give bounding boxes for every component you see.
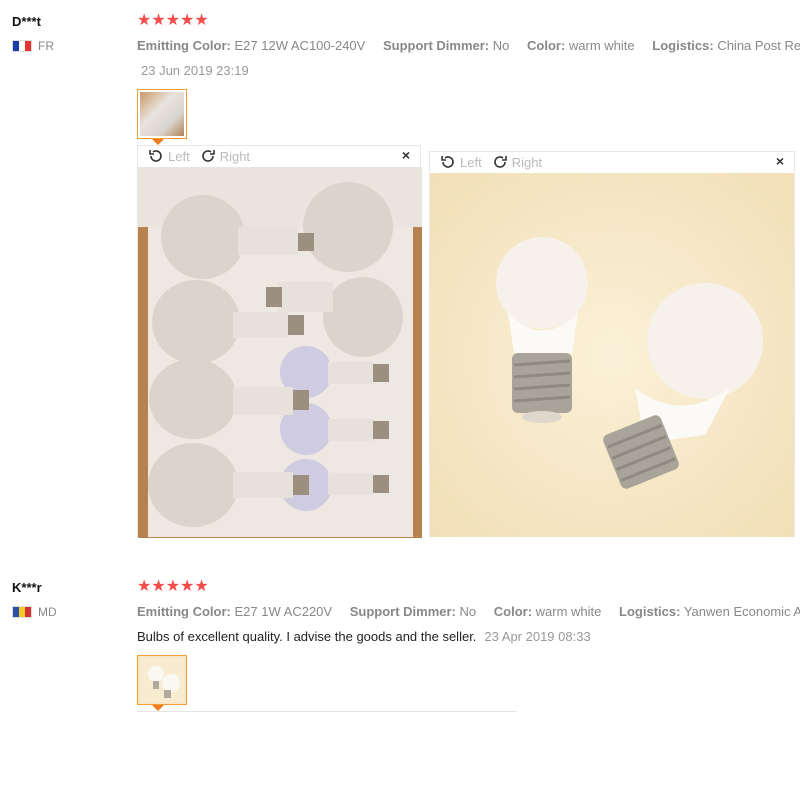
country-code: MD (38, 605, 57, 619)
reviewer-country: FR (12, 39, 54, 53)
attr-key: Emitting Color: (137, 38, 231, 53)
review-body: Bulbs of excellent quality. I advise the… (137, 629, 591, 644)
review-attributes: Emitting Color: E27 1W AC220V Support Di… (137, 604, 800, 619)
review-date: 23 Apr 2019 08:33 (484, 629, 591, 644)
bulb-pair-image (430, 173, 794, 537)
viewer-toolbar: Left Right × (430, 152, 794, 172)
rotate-right-icon (493, 156, 507, 168)
rotate-left-button[interactable]: Left (440, 154, 482, 170)
reviewer-name: D***t (12, 14, 41, 29)
attr-value: warm white (568, 38, 635, 53)
bulb-box-photo (140, 92, 184, 136)
review-photo-thumbnail[interactable] (137, 655, 187, 705)
photo-viewer: Left Right × (429, 151, 795, 537)
attr-value: warm white (535, 604, 602, 619)
reviewer-name: K***r (12, 580, 42, 595)
rotate-left-icon (441, 156, 454, 168)
rotate-right-button[interactable]: Right (492, 154, 542, 170)
attr-value: Yanwen Economic Air (683, 604, 800, 619)
rotate-left-label: Left (168, 148, 190, 164)
photo-viewer: Left Right × (137, 145, 422, 538)
rotate-right-label: Right (511, 154, 543, 170)
rotate-left-button[interactable]: Left (148, 148, 190, 164)
bulb-pair-thumb-image (140, 658, 184, 702)
review-divider (137, 711, 517, 712)
review-attributes: Emitting Color: E27 12W AC100-240V Suppo… (137, 38, 800, 53)
attr-key: Emitting Color: (137, 604, 231, 619)
attr-value: No (492, 38, 510, 53)
attr-key: Logistics: (652, 38, 714, 53)
attr-value: No (459, 604, 477, 619)
attr-key: Support Dimmer: (382, 38, 490, 53)
review-date: 23 Jun 2019 23:19 (141, 63, 249, 78)
rotate-left-label: Left (460, 154, 482, 170)
attr-value: E27 12W AC100-240V (234, 38, 366, 53)
flag-fr-icon (12, 40, 32, 52)
attr-key: Logistics: (619, 604, 681, 619)
review-text: Bulbs of excellent quality. I advise the… (137, 629, 477, 644)
country-code: FR (38, 39, 54, 53)
attr-value: E27 1W AC220V (234, 604, 333, 619)
rating-stars: ★★★★★ (137, 13, 209, 29)
attr-key: Color: (527, 38, 566, 53)
rotate-right-icon (201, 150, 215, 162)
review-photo-thumbnail[interactable] (137, 89, 187, 139)
rotate-right-button[interactable]: Right (200, 148, 250, 164)
close-icon[interactable]: × (776, 153, 784, 169)
rating-stars: ★★★★★ (137, 579, 209, 595)
bulb-box-image (138, 167, 422, 538)
attr-key: Color: (493, 604, 533, 619)
close-icon[interactable]: × (402, 147, 410, 163)
attr-value: China Post Regis (717, 38, 800, 53)
viewer-toolbar: Left Right × (138, 146, 420, 166)
attr-key: Support Dimmer: (349, 604, 456, 619)
rotate-left-icon (149, 150, 162, 162)
rotate-right-label: Right (219, 148, 251, 164)
flag-md-icon (12, 606, 32, 618)
stars-icon: ★★★★★ (137, 578, 209, 595)
reviewer-country: MD (12, 605, 57, 619)
stars-icon: ★★★★★ (137, 12, 209, 29)
